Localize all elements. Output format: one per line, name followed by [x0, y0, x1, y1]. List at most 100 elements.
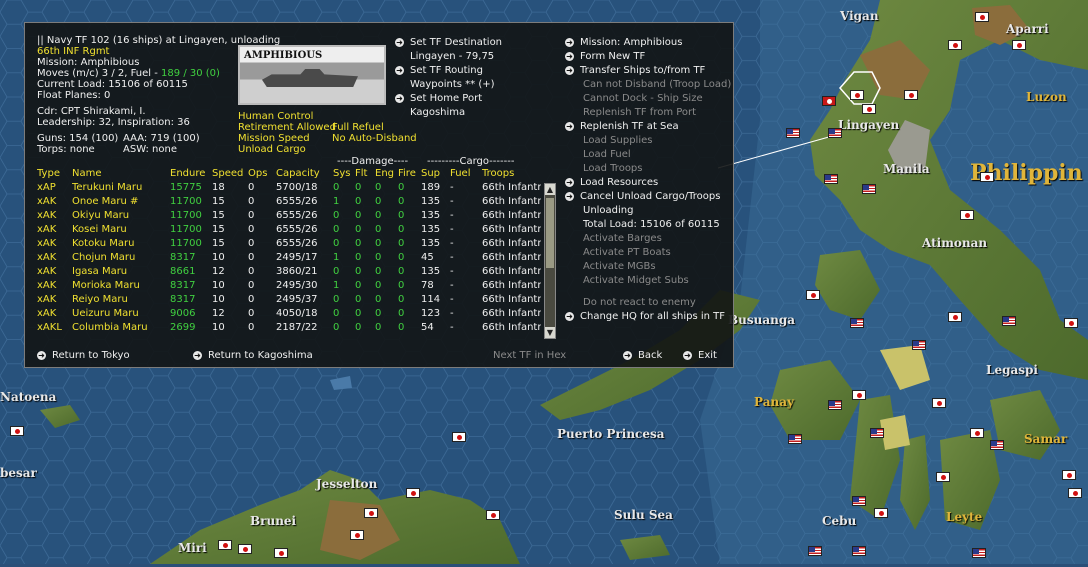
return-to-kagoshima-button[interactable]: ➜ Return to Kagoshima	[193, 349, 313, 363]
japanese-unit-marker[interactable]	[274, 548, 288, 558]
ship-name[interactable]: Morioka Maru	[72, 279, 170, 293]
set-tf-destination-button[interactable]: ➜ Set TF Destination	[395, 36, 502, 50]
ship-name[interactable]: Terukuni Maru	[72, 181, 170, 195]
return-to-tokyo-button[interactable]: ➜ Return to Tokyo	[37, 349, 130, 363]
set-tf-routing-button[interactable]: ➜ Set TF Routing	[395, 64, 483, 78]
japanese-unit-marker[interactable]	[980, 172, 994, 182]
allied-unit-marker[interactable]	[788, 434, 802, 444]
tf-command-option[interactable]: ➜ Change HQ for all ships in TF	[565, 310, 725, 324]
japanese-unit-marker[interactable]	[10, 426, 24, 436]
column-header[interactable]: Fuel	[450, 167, 482, 181]
ship-row[interactable]: xAK Okiyu Maru 11700 15 0 6555/26 0 0 0 0 135- 66th…	[37, 209, 541, 223]
scroll-up-arrow-icon[interactable]: ▲	[545, 184, 555, 195]
ship-row[interactable]: xAK Igasa Maru 8661 12 0 3860/21 0 0 0 0 135- 66th …	[37, 265, 541, 279]
japanese-unit-marker[interactable]	[350, 530, 364, 540]
japanese-unit-marker[interactable]	[948, 312, 962, 322]
allied-unit-marker[interactable]	[972, 548, 986, 558]
allied-unit-marker[interactable]	[912, 340, 926, 350]
allied-unit-marker[interactable]	[808, 546, 822, 556]
japanese-unit-marker[interactable]	[364, 508, 378, 518]
toggle-unload-cargo[interactable]: Unload Cargo	[238, 144, 306, 156]
tf-command-option[interactable]: ➜ Form New TF	[565, 50, 645, 64]
allied-unit-marker[interactable]	[828, 400, 842, 410]
column-header[interactable]: Endure	[170, 167, 212, 181]
back-button[interactable]: ➜ Back	[623, 349, 662, 363]
ship-list-scrollbar[interactable]: ▲ ▼	[544, 183, 556, 339]
allied-unit-marker[interactable]	[824, 174, 838, 184]
ship-row[interactable]: xAK Onoe Maru #11700 15 0 6555/26 1 0 0 0 135- 66t…	[37, 195, 541, 209]
japanese-unit-marker[interactable]	[1012, 40, 1026, 50]
set-home-port-button[interactable]: ➜ Set Home Port	[395, 92, 482, 106]
allied-unit-marker[interactable]	[870, 428, 884, 438]
japanese-unit-marker[interactable]	[452, 432, 466, 442]
exit-button[interactable]: ➜ Exit	[683, 349, 717, 363]
ship-name[interactable]: Igasa Maru	[72, 265, 170, 279]
column-header[interactable]: Flt	[355, 167, 375, 181]
ship-name[interactable]: Kotoku Maru	[72, 237, 170, 251]
column-header[interactable]: Ops	[248, 167, 276, 181]
ship-name[interactable]: Ueizuru Maru	[72, 307, 170, 321]
ship-row[interactable]: xAP Terukuni Maru 15775 18 0 5700/18 0 0 0 0 189- 6…	[37, 181, 541, 195]
ship-name[interactable]: Onoe Maru #	[72, 195, 170, 209]
ship-name[interactable]: Kosei Maru	[72, 223, 170, 237]
ship-row[interactable]: xAK Reiyo Maru 8317 10 0 2495/37 0 0 0 0 114- 66th …	[37, 293, 541, 307]
ship-row[interactable]: xAK Morioka Maru 8317 10 0 2495/30 1 0 0 0 78-66th…	[37, 279, 541, 293]
allied-unit-marker[interactable]	[828, 128, 842, 138]
allied-unit-marker[interactable]	[990, 440, 1004, 450]
japanese-unit-marker[interactable]	[1064, 318, 1078, 328]
allied-unit-marker[interactable]	[852, 496, 866, 506]
japanese-unit-marker[interactable]	[970, 428, 984, 438]
japanese-unit-marker[interactable]	[932, 398, 946, 408]
japanese-unit-marker[interactable]	[238, 544, 252, 554]
tf-command-option[interactable]: ➜ Load Resources	[565, 176, 658, 190]
japanese-unit-marker[interactable]	[852, 390, 866, 400]
japanese-unit-marker[interactable]	[936, 472, 950, 482]
toggle-auto-disband[interactable]: No Auto-Disband	[332, 133, 417, 145]
column-header[interactable]: Capacity	[276, 167, 333, 181]
ship-row[interactable]: xAK Kotoku Maru 11700 15 0 6555/26 0 0 0 0 135- 66t…	[37, 237, 541, 251]
allied-unit-marker[interactable]	[852, 546, 866, 556]
allied-unit-marker[interactable]	[862, 184, 876, 194]
japanese-unit-marker[interactable]	[960, 210, 974, 220]
column-header[interactable]: Troops	[482, 167, 541, 181]
column-header[interactable]: Speed	[212, 167, 248, 181]
column-header[interactable]: Sup	[421, 167, 450, 181]
tf-command-option[interactable]: ➜ Transfer Ships to/from TF	[565, 64, 705, 78]
scroll-down-arrow-icon[interactable]: ▼	[545, 327, 555, 338]
japanese-unit-marker[interactable]	[948, 40, 962, 50]
japanese-unit-marker[interactable]	[1068, 488, 1082, 498]
japanese-unit-marker[interactable]	[1062, 470, 1076, 480]
japanese-unit-marker[interactable]	[486, 510, 500, 520]
scroll-thumb[interactable]	[546, 198, 554, 268]
japanese-unit-marker[interactable]	[406, 488, 420, 498]
japanese-unit-marker[interactable]	[862, 104, 876, 114]
column-header[interactable]: Name	[72, 167, 170, 181]
column-header[interactable]: Sys	[333, 167, 355, 181]
japanese-unit-marker[interactable]	[822, 96, 836, 106]
column-header[interactable]: Eng	[375, 167, 398, 181]
japanese-unit-marker[interactable]	[874, 508, 888, 518]
ship-name[interactable]: Reiyo Maru	[72, 293, 170, 307]
allied-unit-marker[interactable]	[1002, 316, 1016, 326]
allied-unit-marker[interactable]	[850, 318, 864, 328]
waypoints-value[interactable]: Waypoints ** (+)	[410, 78, 495, 92]
ship-name[interactable]: Columbia Maru	[72, 321, 170, 335]
ship-name[interactable]: Okiyu Maru	[72, 209, 170, 223]
ship-row[interactable]: xAKL Columbia Maru 2699 10 0 2187/22 0 0 0 0 54 - 66…	[37, 321, 541, 335]
tf-command-option[interactable]: ➜ Cancel Unload Cargo/Troops	[565, 190, 720, 204]
ship-row[interactable]: xAK Ueizuru Maru 9006 12 0 4050/18 0 0 0 0 123- 66t…	[37, 307, 541, 321]
ship-row[interactable]: xAK Chojun Maru 8317 10 0 2495/17 1 0 0 0 45-66th …	[37, 251, 541, 265]
japanese-unit-marker[interactable]	[904, 90, 918, 100]
next-tf-in-hex-button[interactable]: Next TF in Hex	[493, 349, 566, 363]
japanese-unit-marker[interactable]	[975, 12, 989, 22]
japanese-unit-marker[interactable]	[218, 540, 232, 550]
tf-command-option[interactable]: ➜ Mission: Amphibious	[565, 36, 682, 50]
japanese-unit-marker[interactable]	[806, 290, 820, 300]
ship-name[interactable]: Chojun Maru	[72, 251, 170, 265]
allied-unit-marker[interactable]	[786, 128, 800, 138]
ship-row[interactable]: xAK Kosei Maru 11700 15 0 6555/26 0 0 0 0 135- 66th…	[37, 223, 541, 237]
tf-command-option[interactable]: ➜ Replenish TF at Sea	[565, 120, 679, 134]
column-header[interactable]: Type	[37, 167, 72, 181]
japanese-unit-marker[interactable]	[850, 90, 864, 100]
column-header[interactable]: Fire	[398, 167, 421, 181]
